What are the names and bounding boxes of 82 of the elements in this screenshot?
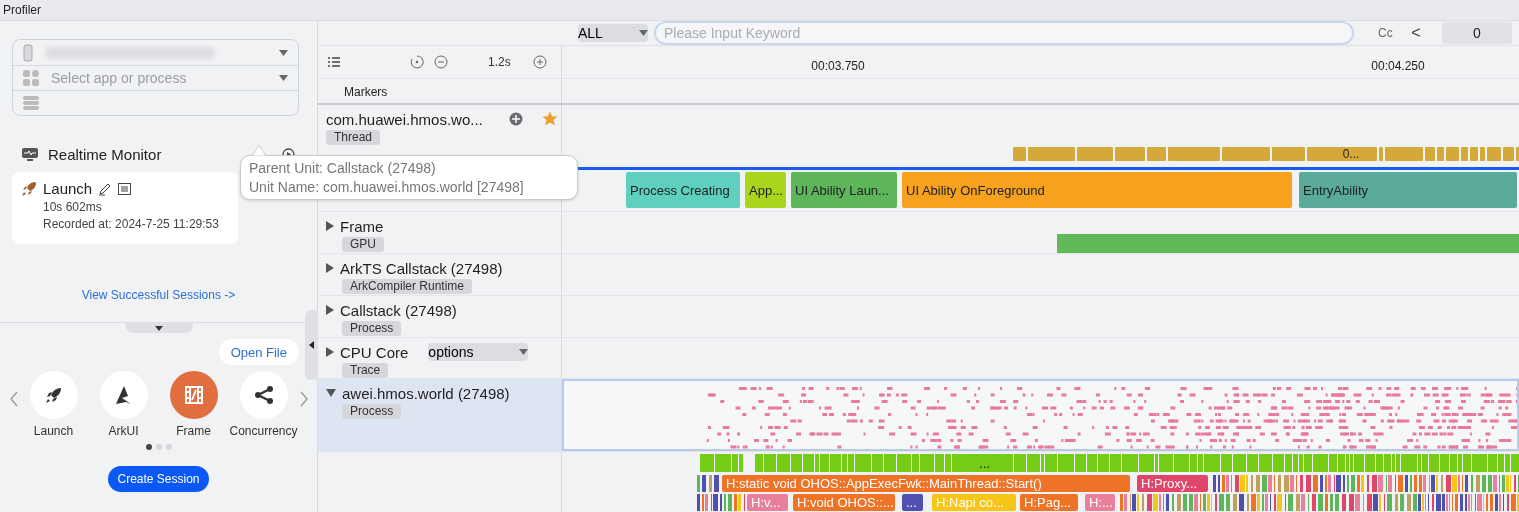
collapsed-triangle-icon[interactable] (326, 305, 334, 315)
template-label: Frame (176, 424, 211, 438)
track-name: Frame (340, 217, 384, 235)
track-tag: GPU (342, 237, 384, 252)
options-dropdown[interactable]: options (428, 343, 529, 361)
time-tick-label: 00:04.250 (1371, 59, 1425, 73)
sidebar-handle[interactable] (305, 310, 318, 380)
track-tag: Thread (326, 130, 381, 145)
monitor-icon (22, 147, 38, 161)
session-card[interactable]: Launch 10s 602ms Recorded at: 2024-7-25 11:29:53 (12, 172, 238, 244)
search-field[interactable]: Please Input Keyword (654, 21, 1354, 45)
call-stripes-drawing (697, 475, 720, 492)
markers-label: Markers (344, 85, 389, 99)
caret-icon (279, 75, 288, 81)
template-button[interactable] (239, 371, 288, 419)
caret-icon (519, 349, 529, 355)
track-name: awei.hmos.world (27498) (342, 384, 510, 402)
zoom-out-icon (434, 55, 448, 69)
caret-icon (639, 30, 648, 36)
document-icon (118, 182, 132, 195)
share-icon (253, 385, 274, 405)
call-stripes-drawing (697, 494, 745, 511)
template-button[interactable] (99, 371, 148, 419)
collapsed-triangle-icon[interactable] (326, 347, 334, 357)
realtime-monitor-label: Realtime Monitor (48, 145, 162, 163)
collapse-tab[interactable] (124, 323, 193, 333)
track-tag: Process (342, 321, 402, 336)
tooltip-text: Unit Name: com.huawei.hmos.world [27498] (249, 179, 525, 195)
tooltip-text: Parent Unit: Callstack (27498) (249, 160, 437, 176)
track-name: Callstack (27498) (340, 301, 457, 319)
match-case-button[interactable]: Cc (1372, 25, 1396, 41)
page-dot[interactable] (145, 444, 152, 450)
apps-icon (23, 70, 39, 86)
template-label: ArkUI (108, 424, 139, 438)
session-name: Launch (43, 180, 93, 197)
template-button[interactable] (29, 371, 78, 419)
trace-slice[interactable]: ... (902, 494, 923, 511)
caret-icon (309, 341, 314, 349)
previous-button[interactable]: < (1402, 23, 1430, 43)
collapsed-triangle-icon[interactable] (326, 263, 334, 273)
view-sessions-link[interactable]: View Successful Sessions -> (81, 288, 236, 302)
menu-icon (328, 57, 340, 67)
trace-slice[interactable]: App... (745, 172, 786, 208)
template-label: Launch (33, 424, 74, 438)
selected-track-row[interactable]: awei.hmos.world (27498) Process (318, 379, 1519, 452)
rocket-icon (21, 180, 37, 197)
zoom-in-icon (533, 55, 547, 69)
expanded-triangle-icon[interactable] (326, 389, 336, 397)
filter-dropdown[interactable]: ALL (578, 24, 648, 42)
star-icon[interactable] (542, 112, 557, 126)
film-icon (184, 385, 203, 405)
track-tag: Process (342, 404, 402, 419)
track-name: com.huawei.hmos.wo... (326, 110, 483, 128)
collapsed-triangle-icon[interactable] (326, 221, 334, 231)
track-tag: Trace (342, 363, 389, 378)
pencil-icon (98, 181, 113, 196)
trace-slice[interactable]: Process Creating (626, 172, 740, 208)
page-dot[interactable] (165, 444, 172, 450)
pin-icon (508, 112, 523, 126)
open-file-button[interactable]: Open File (218, 339, 299, 365)
caret-icon (154, 325, 163, 331)
trace-slice[interactable]: UI Ability Laun... (791, 172, 897, 208)
match-count: 0 (1442, 22, 1512, 44)
rocket-icon (43, 385, 64, 405)
list-icon (23, 95, 39, 111)
create-session-button[interactable]: Create Session (108, 466, 209, 492)
template-label: Concurrency (229, 424, 298, 438)
page-dot[interactable] (155, 444, 162, 450)
window-title: Profiler (3, 3, 41, 17)
reset-icon (410, 55, 424, 69)
track-tag: ArkCompiler Runtime (342, 279, 473, 294)
time-tick-label: 00:03.750 (811, 59, 865, 73)
zoom-level: 1.2s (488, 55, 511, 69)
track-name: ArkTS Callstack (27498) (340, 259, 503, 277)
session-recorded-time: Recorded at: 2024-7-25 11:29:53 (42, 217, 220, 231)
track-name: CPU Core (340, 343, 409, 361)
session-duration: 10s 602ms (42, 200, 103, 214)
trace-slice[interactable]: H:Proxy... (1137, 475, 1208, 492)
phone-icon (23, 43, 33, 62)
caret-icon (279, 49, 288, 56)
trace-slice[interactable]: EntryAbility (1299, 172, 1517, 208)
trace-slice[interactable]: UI Ability OnForeground (902, 172, 1292, 208)
